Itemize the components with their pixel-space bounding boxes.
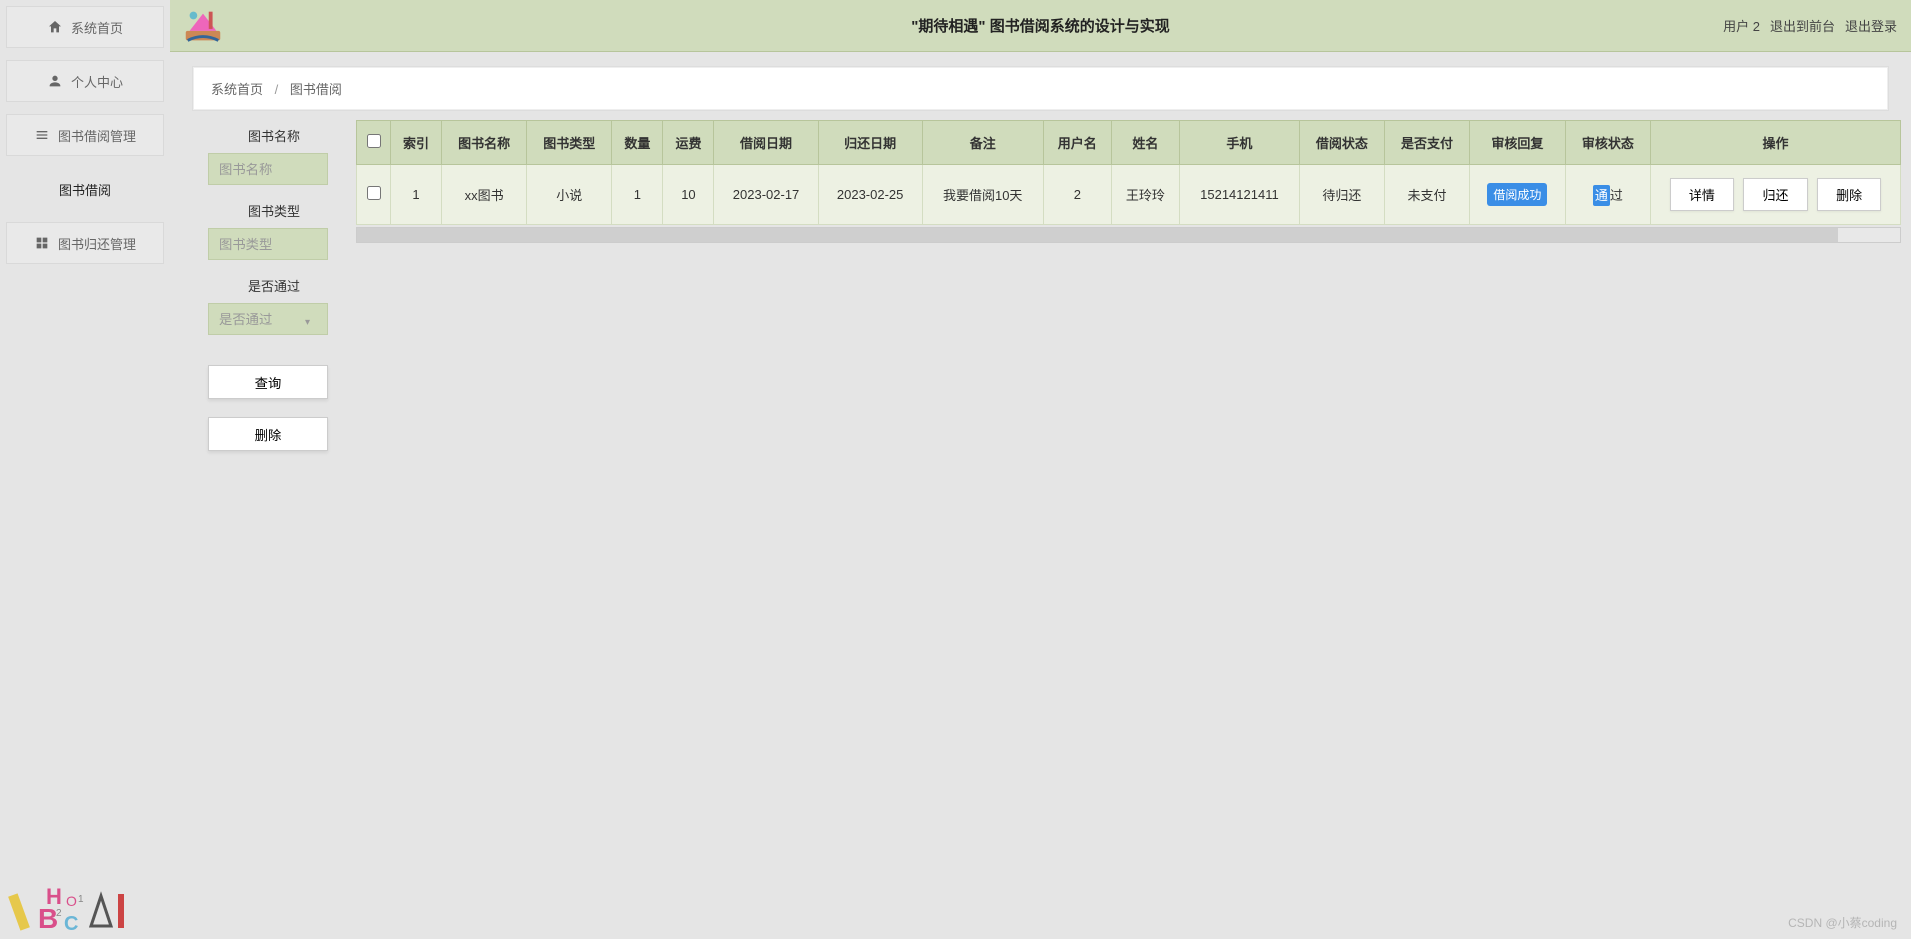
table-header-row: 索引 图书名称 图书类型 数量 运费 借阅日期 归还日期 备注 用户名 姓名 手…: [357, 121, 1901, 165]
nav-label: 图书借阅管理: [58, 126, 136, 145]
detail-button[interactable]: 详情: [1670, 178, 1734, 211]
cell-qty: 1: [612, 165, 663, 225]
cell-borrowdate: 2023-02-17: [714, 165, 818, 225]
nav-profile[interactable]: 个人中心: [6, 60, 164, 102]
table-container: 索引 图书名称 图书类型 数量 运费 借阅日期 归还日期 备注 用户名 姓名 手…: [356, 120, 1901, 939]
cell-booktype: 小说: [527, 165, 612, 225]
th-actions: 操作: [1651, 121, 1901, 165]
person-icon: [47, 73, 63, 89]
cell-actions: 详情 归还 删除: [1651, 165, 1901, 225]
audit-state: 通过: [1593, 185, 1623, 204]
cell-returndate: 2023-02-25: [818, 165, 922, 225]
svg-text:1: 1: [78, 894, 84, 905]
th-paid: 是否支付: [1385, 121, 1470, 165]
select-all-checkbox[interactable]: [367, 134, 381, 148]
book-type-input[interactable]: [208, 228, 328, 260]
nav-label: 个人中心: [71, 72, 123, 91]
svg-text:2: 2: [56, 908, 62, 919]
sidebar: 系统首页 个人中心 图书借阅管理 图书借阅 图书归还管理: [0, 0, 170, 939]
filter-label-booktype: 图书类型: [200, 201, 340, 220]
th-phone: 手机: [1179, 121, 1299, 165]
nav-borrow-mgmt[interactable]: 图书借阅管理: [6, 114, 164, 156]
filter-label-pass: 是否通过: [200, 276, 340, 295]
book-name-input[interactable]: [208, 153, 328, 185]
nav-label: 图书借阅: [59, 180, 111, 199]
th-borrowstatus: 借阅状态: [1299, 121, 1384, 165]
grid-icon: [34, 235, 50, 251]
cell-fee: 10: [663, 165, 714, 225]
svg-text:O: O: [66, 893, 77, 909]
nav-borrow[interactable]: 图书借阅: [6, 168, 164, 210]
return-button[interactable]: 归还: [1743, 178, 1807, 211]
logo-icon: [178, 2, 228, 52]
th-remark: 备注: [922, 121, 1043, 165]
main: "期待相遇" 图书借阅系统的设计与实现 用户 2 退出到前台 退出登录 系统首页…: [170, 0, 1911, 939]
cell-paid: 未支付: [1385, 165, 1470, 225]
cell-remark: 我要借阅10天: [922, 165, 1043, 225]
user-label[interactable]: 用户 2: [1723, 16, 1760, 35]
th-realname: 姓名: [1111, 121, 1179, 165]
cell-phone: 15214121411: [1179, 165, 1299, 225]
filter-label-bookname: 图书名称: [200, 126, 340, 145]
row-checkbox[interactable]: [367, 186, 381, 200]
cell-borrowstatus: 待归还: [1299, 165, 1384, 225]
th-audit: 审核状态: [1565, 121, 1650, 165]
link-logout[interactable]: 退出登录: [1845, 16, 1897, 35]
breadcrumb-leaf: 图书借阅: [290, 82, 342, 97]
list-icon: [34, 127, 50, 143]
cell-username: 2: [1043, 165, 1111, 225]
th-username: 用户名: [1043, 121, 1111, 165]
breadcrumb-sep: /: [275, 82, 279, 97]
borrow-table: 索引 图书名称 图书类型 数量 运费 借阅日期 归还日期 备注 用户名 姓名 手…: [356, 120, 1901, 225]
watermark: CSDN @小蔡coding: [1788, 914, 1897, 931]
breadcrumb-root[interactable]: 系统首页: [211, 82, 263, 97]
delete-button[interactable]: 删除: [208, 417, 328, 451]
th-fee: 运费: [663, 121, 714, 165]
nav-home[interactable]: 系统首页: [6, 6, 164, 48]
th-index: 索引: [391, 121, 442, 165]
nav-label: 系统首页: [71, 18, 123, 37]
filter-panel: 图书名称 图书类型 是否通过 是否通过 查询 删除: [180, 100, 350, 939]
nav-label: 图书归还管理: [58, 234, 136, 253]
th-qty: 数量: [612, 121, 663, 165]
cell-index: 1: [391, 165, 442, 225]
page-title: "期待相遇" 图书借阅系统的设计与实现: [170, 15, 1911, 36]
row-delete-button[interactable]: 删除: [1817, 178, 1881, 211]
bottom-logo-icon: H O B C 2 1: [6, 874, 156, 937]
th-reply: 审核回复: [1470, 121, 1566, 165]
header: "期待相遇" 图书借阅系统的设计与实现 用户 2 退出到前台 退出登录: [170, 0, 1911, 52]
query-button[interactable]: 查询: [208, 365, 328, 399]
pass-select[interactable]: 是否通过: [208, 303, 328, 335]
th-borrowdate: 借阅日期: [714, 121, 818, 165]
link-frontend[interactable]: 退出到前台: [1770, 16, 1835, 35]
table-row: 1 xx图书 小说 1 10 2023-02-17 2023-02-25 我要借…: [357, 165, 1901, 225]
th-returndate: 归还日期: [818, 121, 922, 165]
reply-tag: 借阅成功: [1487, 183, 1547, 206]
content: 图书名称 图书类型 是否通过 是否通过 查询 删除 索引 图书名称 图书类型 数…: [180, 100, 1901, 939]
header-actions: 用户 2 退出到前台 退出登录: [1723, 16, 1897, 35]
cell-bookname: xx图书: [442, 165, 527, 225]
home-icon: [47, 19, 63, 35]
th-bookname: 图书名称: [442, 121, 527, 165]
th-booktype: 图书类型: [527, 121, 612, 165]
horizontal-scrollbar[interactable]: [356, 227, 1901, 243]
nav-return-mgmt[interactable]: 图书归还管理: [6, 222, 164, 264]
cell-realname: 王玲玲: [1111, 165, 1179, 225]
svg-text:C: C: [64, 913, 78, 934]
